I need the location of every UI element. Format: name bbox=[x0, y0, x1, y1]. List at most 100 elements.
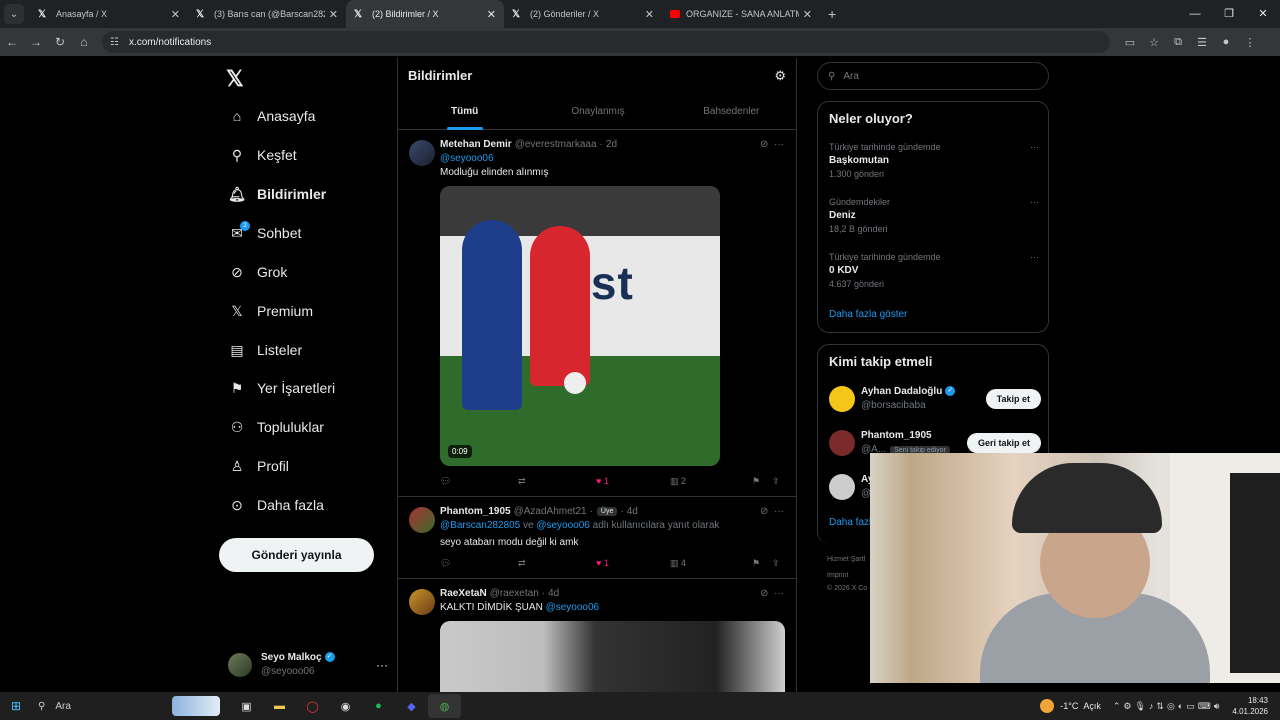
search-input[interactable]: ⚲ Ara bbox=[817, 62, 1049, 90]
opera-icon[interactable]: ◯ bbox=[296, 694, 329, 718]
reply-icon[interactable]: 💬︎ bbox=[440, 476, 518, 487]
obs-icon[interactable]: ◉ bbox=[329, 694, 362, 718]
browser-tab[interactable]: 𝕏 Anasayfa / X ✕ bbox=[30, 0, 188, 28]
share-icon[interactable]: ⇪ bbox=[772, 558, 780, 569]
post-image[interactable] bbox=[440, 621, 785, 692]
spotify-icon[interactable]: ● bbox=[362, 694, 395, 718]
sidebar-item-lists[interactable]: ▤ Listeler bbox=[228, 338, 302, 362]
sidebar-item-profile[interactable]: ♙ Profil bbox=[228, 454, 289, 478]
restore-button[interactable]: ❐ bbox=[1212, 0, 1246, 28]
post-author-name[interactable]: Metehan Demir bbox=[440, 139, 512, 150]
gear-icon[interactable]: ⚙ bbox=[774, 68, 786, 84]
close-window-button[interactable]: ✕ bbox=[1246, 0, 1280, 28]
avatar[interactable] bbox=[409, 140, 435, 166]
video-player[interactable]: bist 0:09 bbox=[440, 186, 720, 466]
mention-link[interactable]: @seyooo06 bbox=[546, 602, 600, 613]
grok-icon[interactable]: ⊘ bbox=[760, 506, 768, 517]
sidebar-item-chat[interactable]: ✉ 2 Sohbet bbox=[228, 220, 301, 245]
close-icon[interactable]: ✕ bbox=[329, 8, 338, 21]
list-item[interactable]: RaeXetaN @raexetan · 4d ⊘ ··· KALKTI DİM… bbox=[398, 579, 796, 692]
views-button[interactable]: ▥ 2 bbox=[670, 476, 752, 487]
like-button[interactable]: ♥ 1 bbox=[596, 476, 670, 486]
more-options-icon[interactable]: ··· bbox=[774, 588, 784, 599]
tab-verified[interactable]: Onaylanmış bbox=[531, 102, 664, 130]
minimize-button[interactable]: — bbox=[1178, 0, 1212, 28]
post-author-handle[interactable]: @raexetan bbox=[490, 588, 539, 599]
post-time[interactable]: 2d bbox=[606, 139, 617, 150]
address-bar[interactable]: ☷ x.com/notifications bbox=[102, 31, 1110, 53]
post-author-name[interactable]: RaeXetaN bbox=[440, 588, 487, 599]
chrome-icon[interactable]: ◍ bbox=[428, 694, 461, 718]
tab-mentions[interactable]: Bahsedenler bbox=[665, 102, 796, 130]
home-button[interactable]: ⌂ bbox=[72, 35, 96, 49]
close-icon[interactable]: ✕ bbox=[803, 8, 812, 21]
trend-item[interactable]: Türkiye tarihinde gündemde Başkomutan 1.… bbox=[829, 142, 1039, 179]
mention-link[interactable]: @seyooo06 bbox=[536, 520, 590, 531]
list-item[interactable]: Phantom_1905 @AzadAhmet21 · Üye · 4d ⊘ ·… bbox=[398, 497, 796, 579]
views-button[interactable]: ▥ 4 bbox=[670, 558, 752, 569]
post-time[interactable]: 4d bbox=[548, 588, 559, 599]
sidebar-item-grok[interactable]: ⊘ Grok bbox=[228, 260, 287, 284]
browser-tab-active[interactable]: 𝕏 (2) Bildirimler / X ✕ bbox=[346, 0, 504, 28]
menu-icon[interactable]: ⋮ bbox=[1238, 36, 1262, 49]
tray-icons[interactable]: ⌃⚙🎙︎♪⇅◎◐▭⌨🔊︎ bbox=[1113, 701, 1223, 712]
more-options-icon[interactable]: ··· bbox=[376, 658, 388, 672]
more-options-icon[interactable]: ··· bbox=[1030, 252, 1039, 262]
grok-icon[interactable]: ⊘ bbox=[760, 139, 768, 150]
more-options-icon[interactable]: ··· bbox=[774, 139, 784, 150]
discord-icon[interactable]: ◆ bbox=[395, 694, 428, 718]
tab-search-button[interactable]: ⌄ bbox=[4, 4, 24, 24]
retweet-icon[interactable]: ⇄ bbox=[518, 476, 596, 487]
close-icon[interactable]: ✕ bbox=[645, 8, 654, 21]
reload-button[interactable]: ↻ bbox=[48, 35, 72, 49]
footer-link[interactable]: Imprint bbox=[827, 572, 848, 579]
more-options-icon[interactable]: ··· bbox=[774, 506, 784, 517]
show-more-link[interactable]: Daha fazl bbox=[829, 517, 871, 528]
post-author-handle[interactable]: @AzadAhmet21 bbox=[514, 506, 587, 517]
extensions-icon[interactable]: ⧉ bbox=[1166, 36, 1190, 49]
trend-item[interactable]: Gündemdekiler Deniz 18,2 B gönderi ··· bbox=[829, 197, 1039, 234]
reply-icon[interactable]: 💬︎ bbox=[440, 558, 518, 569]
post-author-name[interactable]: Phantom_1905 bbox=[440, 506, 511, 517]
new-tab-button[interactable]: + bbox=[828, 6, 836, 22]
task-view-icon[interactable]: ▣ bbox=[230, 694, 263, 718]
more-options-icon[interactable]: ··· bbox=[1030, 197, 1039, 207]
browser-tab[interactable]: 𝕏 (3) Barıs can (@Barscan282805) ✕ bbox=[188, 0, 346, 28]
sidebar-item-explore[interactable]: ⚲ Keşfet bbox=[228, 143, 297, 167]
reading-list-icon[interactable]: ☰ bbox=[1190, 36, 1214, 49]
trend-item[interactable]: Türkiye tarihinde gündemde 0 KDV 4.637 g… bbox=[829, 252, 1039, 289]
avatar[interactable] bbox=[409, 507, 435, 533]
site-info-icon[interactable]: ☷ bbox=[110, 37, 119, 48]
list-item[interactable]: Metehan Demir @everestmarkaaa · 2d ⊘ ···… bbox=[398, 130, 796, 497]
close-icon[interactable]: ✕ bbox=[487, 8, 496, 21]
windows-start-icon[interactable]: ⊞ bbox=[0, 699, 32, 713]
tab-all[interactable]: Tümü bbox=[398, 102, 531, 130]
back-button[interactable]: ← bbox=[0, 35, 24, 49]
grok-icon[interactable]: ⊘ bbox=[760, 588, 768, 599]
sidebar-item-bookmarks[interactable]: ⚑ Yer İşaretleri bbox=[228, 376, 335, 400]
browser-tab[interactable]: 𝕏 (2) Gönderiler / X ✕ bbox=[504, 0, 662, 28]
sidebar-item-notifications[interactable]: 🔔︎ Bildirimler bbox=[228, 182, 326, 206]
share-icon[interactable]: ⇪ bbox=[772, 476, 780, 487]
browser-tab[interactable]: ORGANIZE - SANA ANLATMAK ✕ bbox=[662, 0, 820, 28]
taskbar-search[interactable]: ⚲ Ara bbox=[32, 695, 220, 717]
sidebar-item-more[interactable]: ⊙ Daha fazla bbox=[228, 493, 324, 517]
follow-button[interactable]: Takip et bbox=[985, 389, 1041, 409]
x-logo-icon[interactable]: 𝕏 bbox=[226, 66, 244, 92]
close-icon[interactable]: ✕ bbox=[171, 8, 180, 21]
sidebar-item-premium[interactable]: 𝕏 Premium bbox=[228, 299, 313, 323]
footer-link[interactable]: Hizmet Şartl bbox=[827, 556, 865, 563]
bookmark-star-icon[interactable]: ☆ bbox=[1142, 36, 1166, 49]
post-author-handle[interactable]: @everestmarkaaa bbox=[515, 139, 597, 150]
follow-suggestion[interactable]: Ayhan Dadaloğlu ✓ @borsacibaba Takip et bbox=[829, 382, 1041, 416]
retweet-icon[interactable]: ⇄ bbox=[518, 558, 596, 569]
clock[interactable]: 18:43 4.01.2026 bbox=[1232, 695, 1268, 717]
show-more-link[interactable]: Daha fazla göster bbox=[829, 309, 907, 320]
cast-icon[interactable]: ▭ bbox=[1118, 36, 1142, 49]
profile-avatar-icon[interactable]: ● bbox=[1214, 36, 1238, 49]
avatar[interactable] bbox=[409, 589, 435, 615]
like-button[interactable]: ♥ 1 bbox=[596, 558, 670, 568]
sidebar-item-home[interactable]: ⌂ Anasayfa bbox=[228, 104, 316, 128]
account-switcher[interactable]: Seyo Malkoç ✓ @seyooo06 ··· bbox=[228, 648, 388, 682]
file-explorer-icon[interactable]: ▬ bbox=[263, 694, 296, 718]
